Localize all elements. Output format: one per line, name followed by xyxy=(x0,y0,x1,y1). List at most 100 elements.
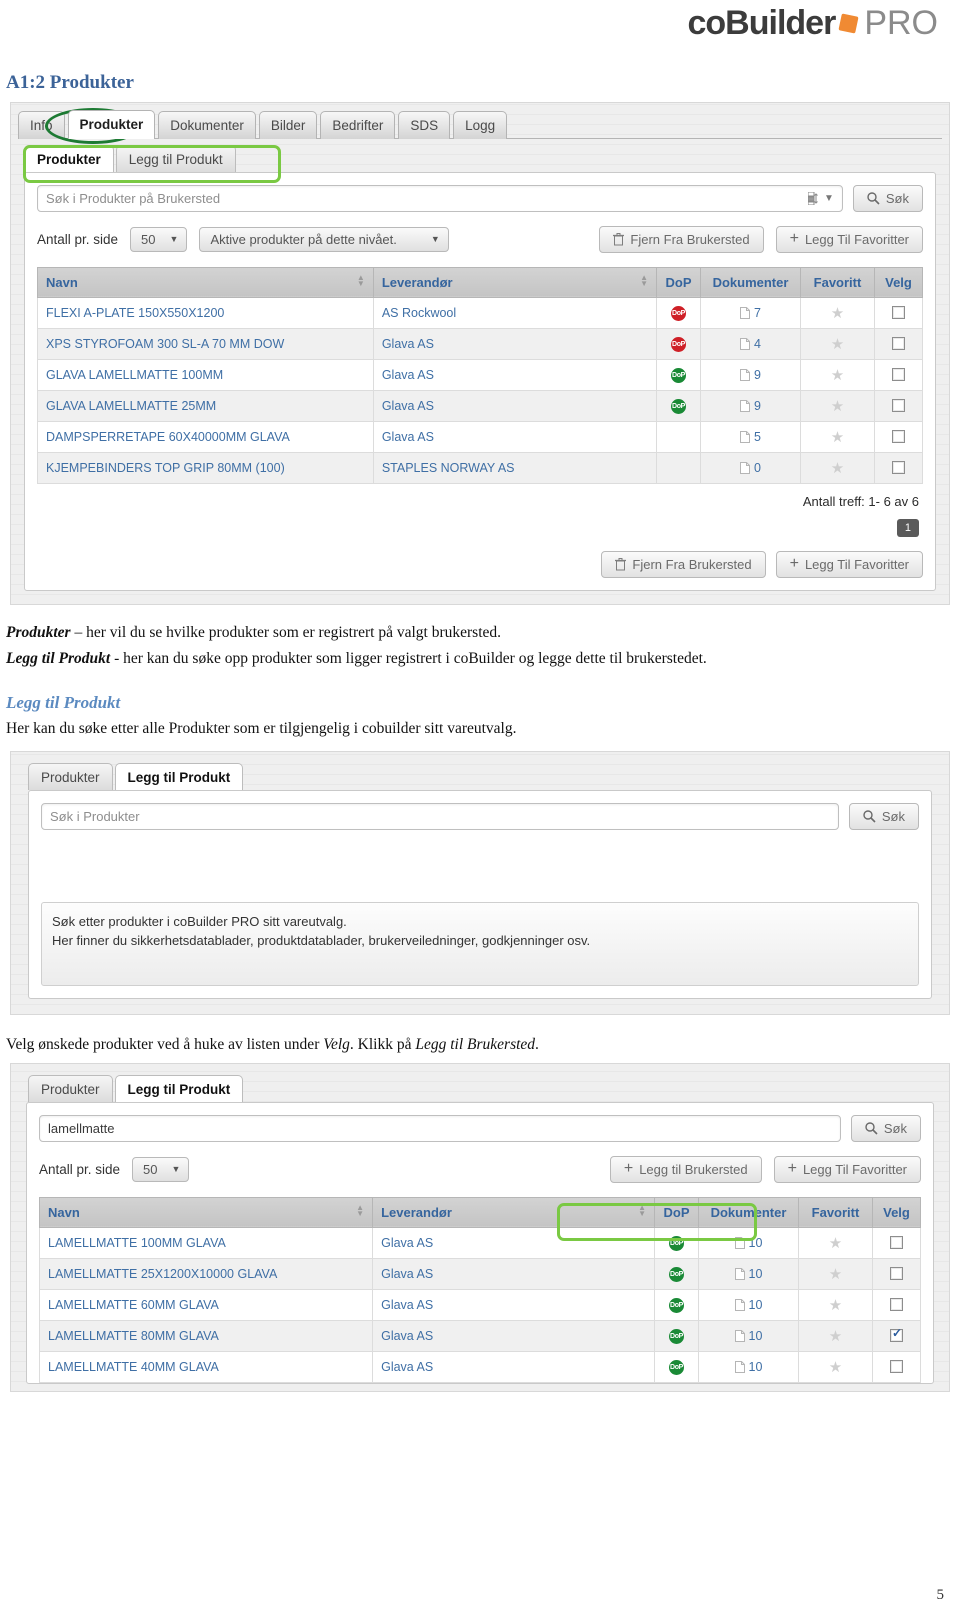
cell-favoritt[interactable]: ★ xyxy=(798,1288,873,1321)
footer-remove-from-brukersted-button[interactable]: Fjern Fra Brukersted xyxy=(601,550,766,578)
cell-dokumenter[interactable]: 7 xyxy=(700,296,801,329)
velg-checkbox[interactable] xyxy=(890,1326,903,1342)
table-row[interactable]: LAMELLMATTE 40MM GLAVA Glava AS DoP 10 ★ xyxy=(38,1350,921,1383)
cell-navn[interactable]: KJEMPEBINDERS TOP GRIP 80MM (100) xyxy=(37,451,374,484)
table-row[interactable]: KJEMPEBINDERS TOP GRIP 80MM (100) STAPLES… xyxy=(37,451,923,484)
cell-dop[interactable]: DoP xyxy=(654,1350,699,1383)
tab-bilder[interactable]: Bilder xyxy=(258,111,318,139)
cell-velg[interactable] xyxy=(874,358,923,391)
velg-checkbox[interactable] xyxy=(892,305,905,319)
cell-velg[interactable] xyxy=(872,1226,921,1259)
product-filter-select[interactable]: Aktive produkter på dette nivået. ▼ xyxy=(199,226,449,252)
search-button[interactable]: Søk xyxy=(852,184,923,212)
star-icon[interactable]: ★ xyxy=(829,1297,842,1314)
cell-dop[interactable]: DoP xyxy=(656,296,701,329)
velg-checkbox[interactable] xyxy=(892,429,905,443)
per-page-select[interactable]: 50 ▼ xyxy=(130,226,188,252)
cell-dokumenter[interactable]: 9 xyxy=(700,389,801,422)
cell-favoritt[interactable]: ★ xyxy=(798,1350,873,1383)
cell-dokumenter[interactable]: 10 xyxy=(698,1288,799,1321)
cell-navn[interactable]: FLEXI A-PLATE 150X550X1200 xyxy=(37,296,374,329)
add-to-brukersted-button[interactable]: + Legg til Brukersted xyxy=(609,1155,762,1183)
cell-dokumenter[interactable]: 10 xyxy=(698,1226,799,1259)
cell-dokumenter[interactable]: 5 xyxy=(700,420,801,453)
tab-legg-til-produkt[interactable]: Legg til Produkt xyxy=(114,1074,244,1102)
cell-navn[interactable]: DAMPSPERRETAPE 60X40000MM GLAVA xyxy=(37,420,374,453)
cell-favoritt[interactable]: ★ xyxy=(800,420,875,453)
tab-produkter[interactable]: Produkter xyxy=(28,1074,113,1102)
cell-dokumenter[interactable]: 10 xyxy=(698,1257,799,1290)
column-header-leverandør[interactable]: Leverandør ▲ ▼ xyxy=(372,266,658,298)
search-options[interactable]: ▼ xyxy=(807,191,834,205)
cell-navn[interactable]: GLAVA LAMELLMATTE 25MM xyxy=(37,389,374,422)
cell-dokumenter[interactable]: 0 xyxy=(700,451,801,484)
star-icon[interactable]: ★ xyxy=(829,1359,842,1376)
table-row[interactable]: FLEXI A-PLATE 150X550X1200 AS Rockwool DoP… xyxy=(37,296,923,329)
per-page-select-3[interactable]: 50 ▼ xyxy=(132,1156,190,1182)
star-icon[interactable]: ★ xyxy=(831,398,844,415)
cell-dop[interactable]: DoP xyxy=(656,327,701,360)
column-header-navn[interactable]: Navn ▲ ▼ xyxy=(37,266,374,298)
star-icon[interactable]: ★ xyxy=(831,305,844,322)
search-button-3[interactable]: Søk xyxy=(850,1114,921,1142)
tab-sds[interactable]: SDS xyxy=(398,111,451,139)
tab-dokumenter[interactable]: Dokumenter xyxy=(158,111,256,139)
sort-arrows-icon[interactable]: ▲ ▼ xyxy=(357,273,365,287)
velg-checkbox[interactable] xyxy=(890,1235,903,1249)
cell-dop[interactable]: DoP xyxy=(654,1257,699,1290)
tab-info[interactable]: Info xyxy=(18,111,65,139)
main-tab-bar[interactable]: Info Produkter Dokumenter Bilder Bedrifter SD… xyxy=(18,110,942,139)
footer-add-favorite-button[interactable]: + Legg Til Favoritter xyxy=(775,550,923,578)
search-input-3[interactable]: lamellmatte xyxy=(39,1114,841,1142)
star-icon[interactable]: ★ xyxy=(829,1235,842,1252)
cell-favoritt[interactable]: ★ xyxy=(800,358,875,391)
cell-favoritt[interactable]: ★ xyxy=(798,1319,873,1352)
cell-favoritt[interactable]: ★ xyxy=(800,296,875,329)
cell-favoritt[interactable]: ★ xyxy=(798,1257,873,1290)
pagination[interactable]: 1 xyxy=(37,518,923,537)
table-row[interactable]: DAMPSPERRETAPE 60X40000MM GLAVA Glava AS 5… xyxy=(37,420,923,453)
cell-dokumenter[interactable]: 9 xyxy=(700,358,801,391)
page-button-1[interactable]: 1 xyxy=(896,518,919,537)
sub-tab-bar[interactable]: Produkter Legg til Produkt xyxy=(24,144,942,172)
cell-dop[interactable]: DoP xyxy=(656,358,701,391)
table-row[interactable]: LAMELLMATTE 80MM GLAVA Glava AS DoP 10 ★ xyxy=(38,1319,921,1352)
cell-navn[interactable]: GLAVA LAMELLMATTE 100MM xyxy=(37,358,374,391)
velg-checkbox[interactable] xyxy=(890,1297,903,1311)
table-row[interactable]: GLAVA LAMELLMATTE 100MM Glava AS DoP 9 ★ xyxy=(37,358,923,391)
tab-produkter[interactable]: Produkter xyxy=(67,110,156,139)
star-icon[interactable]: ★ xyxy=(829,1328,842,1345)
column-header-leverandør[interactable]: Leverandør ▲ ▼ xyxy=(372,1196,655,1228)
cell-velg[interactable] xyxy=(872,1319,921,1352)
cell-favoritt[interactable]: ★ xyxy=(800,451,875,484)
column-header-navn[interactable]: Navn ▲ ▼ xyxy=(38,1196,374,1228)
cell-velg[interactable] xyxy=(874,389,923,422)
velg-checkbox[interactable] xyxy=(892,460,905,474)
star-icon[interactable]: ★ xyxy=(831,367,844,384)
star-icon[interactable]: ★ xyxy=(831,429,844,446)
cell-favoritt[interactable]: ★ xyxy=(800,389,875,422)
cell-navn[interactable]: XPS STYROFOAM 300 SL-A 70 MM DOW xyxy=(37,327,374,360)
star-icon[interactable]: ★ xyxy=(831,460,844,477)
cell-dop[interactable]: DoP xyxy=(654,1288,699,1321)
cell-velg[interactable] xyxy=(872,1257,921,1290)
tab-bedrifter[interactable]: Bedrifter xyxy=(320,111,396,139)
sub-tab-bar-2[interactable]: Produkter Legg til Produkt xyxy=(28,762,942,790)
velg-checkbox[interactable] xyxy=(890,1359,903,1373)
sort-arrows-icon[interactable]: ▲ ▼ xyxy=(356,1203,364,1217)
sort-arrows-icon[interactable]: ▲ ▼ xyxy=(640,273,648,287)
table-row[interactable]: LAMELLMATTE 25X1200X10000 GLAVA Glava AS D… xyxy=(38,1257,921,1290)
cell-velg[interactable] xyxy=(872,1288,921,1321)
search-input-2[interactable]: Søk i Produkter xyxy=(41,802,839,830)
cell-navn[interactable]: LAMELLMATTE 100MM GLAVA xyxy=(38,1226,374,1259)
tab-legg-til-produkt[interactable]: Legg til Produkt xyxy=(115,144,236,172)
cell-dokumenter[interactable]: 10 xyxy=(698,1319,799,1352)
table-row[interactable]: LAMELLMATTE 60MM GLAVA Glava AS DoP 10 ★ xyxy=(38,1288,921,1321)
cell-velg[interactable] xyxy=(874,327,923,360)
cell-dop[interactable]: DoP xyxy=(654,1319,699,1352)
cell-velg[interactable] xyxy=(874,451,923,484)
velg-checkbox[interactable] xyxy=(892,398,905,412)
cell-dokumenter[interactable]: 10 xyxy=(698,1350,799,1383)
cell-dop[interactable]: DoP xyxy=(656,389,701,422)
tab-produkter[interactable]: Produkter xyxy=(24,144,114,172)
